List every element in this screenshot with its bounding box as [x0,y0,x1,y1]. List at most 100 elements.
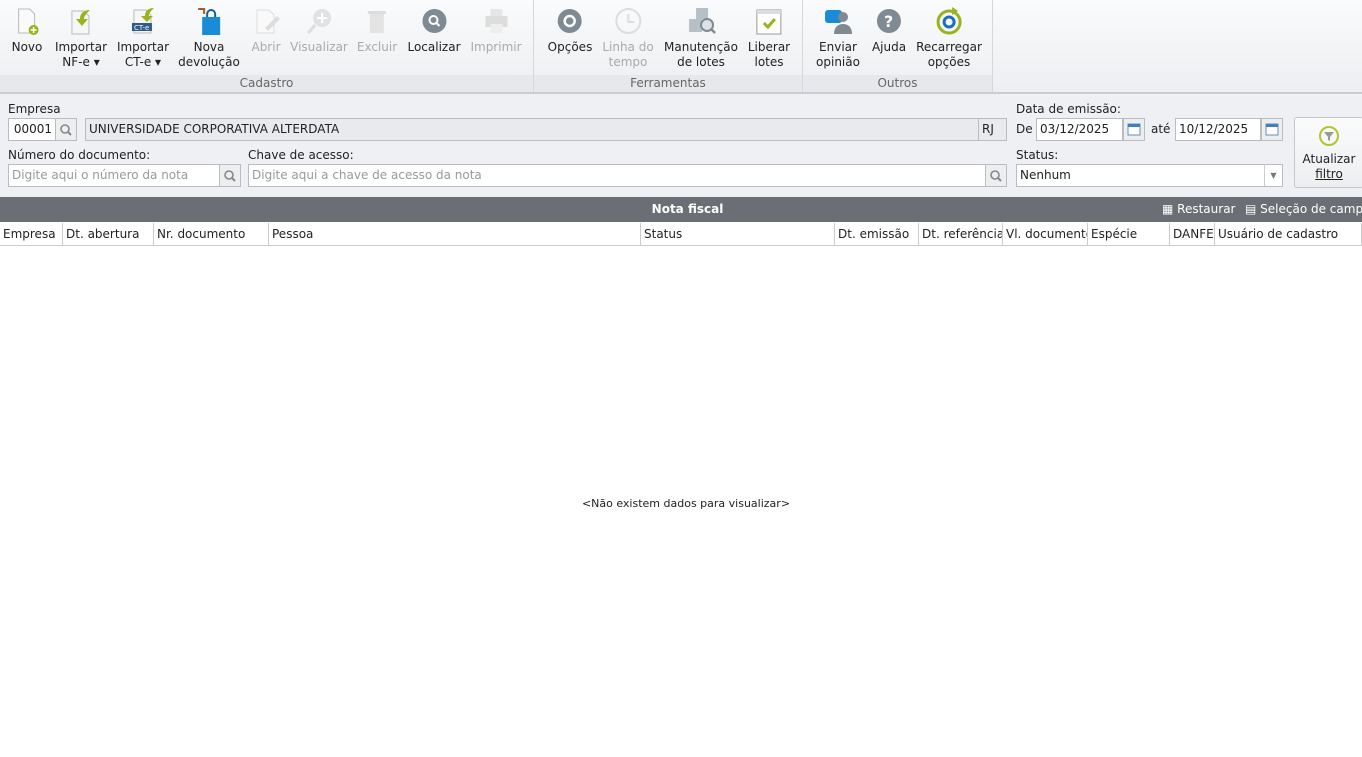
button-label-line2: opinião [816,55,860,69]
ribbon-button-visualizar[interactable]: Visualizar [290,6,348,55]
empresa-code-input[interactable]: 00001 [8,118,56,141]
ribbon-button-ajuda[interactable]: ? Ajuda [872,6,906,55]
selecao-label: Seleção de campos [1260,202,1362,216]
empty-message: <Não existem dados para visualizar> [581,497,791,510]
ribbon-button-enviar-opiniao[interactable]: Enviar opinião [816,6,860,70]
svg-text:CT-e: CT-e [134,24,149,32]
date-from-calendar-button[interactable] [1123,118,1145,141]
ribbon-button-novo[interactable]: Novo [11,6,43,55]
calendar-icon [1265,123,1279,136]
ribbon-button-linhado-tempo[interactable]: Linha do tempo [602,6,654,70]
group-label: Outros [803,75,992,92]
search-icon [60,124,72,136]
ribbon-button-importar-nfe[interactable]: Importar NF-e ▾ [55,6,107,70]
table-restore-icon: ▦ [1162,202,1174,216]
atualizar-filtro-button[interactable]: Atualizar filtro [1294,117,1362,188]
placeholder: Digite aqui a chave de acesso da nota [252,168,482,182]
restaurar-label: Restaurar [1177,202,1236,216]
ribbon-button-importar-cte[interactable]: CT-e Importar CT-e ▾ [117,6,169,70]
column-header[interactable]: Espécie [1088,223,1170,246]
column-header[interactable]: Dt. referência [919,223,1003,246]
field-select-icon: ▤ [1245,202,1257,216]
ribbon-button-recarregar-opcoes[interactable]: Recarregar opções [916,6,982,70]
date-from-input[interactable]: 03/12/2025 [1036,118,1123,141]
ribbon-button-manutencao-delotes[interactable]: Manutenção de lotes [664,6,738,70]
column-header[interactable]: Vl. documento [1003,223,1088,246]
refresh-filter-icon [1319,126,1339,146]
date-to-input[interactable]: 10/12/2025 [1175,118,1261,141]
button-label-line2: devolução [178,55,240,69]
column-header[interactable]: Empresa [0,223,63,246]
ate-label: até [1151,122,1171,136]
button-label: Opções [547,40,593,54]
restaurar-button[interactable]: ▦ Restaurar [1162,197,1236,222]
button-label: Nova [193,40,225,54]
column-header[interactable]: Dt. abertura [63,223,154,246]
filter-panel: Empresa 00001 UNIVERSIDADE CORPORATIVA A… [0,94,1362,197]
trash-icon [368,11,386,33]
svg-text:?: ? [884,12,893,31]
column-header[interactable]: Nr. documento [154,223,269,246]
column-header-row: Empresa Dt. abertura Nr. documento Pessoa St… [0,223,1362,246]
numero-documento-input[interactable]: Digite aqui o número da nota [8,164,220,187]
chave-label: Chave de acesso: [248,148,354,162]
atualizar-label: Atualizar [1302,152,1356,166]
numero-search-button[interactable] [219,164,241,187]
button-label: Imprimir [470,40,522,54]
button-label-line2: opções [927,55,971,69]
calendar-icon [1127,123,1141,136]
ribbon-button-liberar-lotes[interactable]: Liberar lotes [748,6,790,70]
column-header[interactable]: Dt. emissão [835,223,919,246]
button-label: Localizar [407,40,461,54]
printer-icon [484,9,507,33]
group-label: Ferramentas [534,75,802,92]
placeholder: Digite aqui o número da nota [12,168,189,182]
numero-label: Número do documento: [8,148,151,162]
button-label: Recarregar [916,40,982,54]
ribbon-button-opcoes[interactable]: Opções [547,6,593,55]
button-label: Linha do [602,40,654,54]
button-label: Abrir [251,40,281,54]
new-document-icon [18,8,39,35]
ribbon-button-nova-devolucao[interactable]: Nova devolução [178,6,240,70]
help-icon: ? [877,9,901,33]
button-label: Excluir [356,40,398,54]
column-header[interactable]: Status [641,223,835,246]
button-label-line2: tempo [608,55,648,69]
column-header[interactable]: DANFE [1170,223,1215,246]
column-header[interactable]: Usuário de cadastro [1215,223,1362,246]
chevron-down-icon: ▼ [1264,165,1282,186]
button-label: Manutenção [664,40,738,54]
chave-acesso-input[interactable]: Digite aqui a chave de acesso da nota [248,164,986,187]
ribbon-button-imprimir[interactable]: Imprimir [470,6,522,55]
chave-search-button[interactable] [985,164,1007,187]
status-label: Status: [1016,148,1059,162]
reload-settings-icon [936,7,962,35]
ribbon-button-localizar[interactable]: Localizar [407,6,461,55]
ribbon-button-abrir[interactable]: Abrir [251,6,281,55]
button-label: Enviar [819,40,857,54]
group-label: Cadastro [0,75,533,92]
shopping-bag-return-icon [198,8,220,35]
checkmark-calendar-icon [756,9,782,35]
filtro-label: filtro [1315,167,1343,181]
button-label: Novo [11,40,43,54]
button-label-line2: de lotes [677,55,725,69]
status-select[interactable]: Nenhum ▼ [1016,164,1283,187]
date-to-calendar-button[interactable] [1261,118,1283,141]
ribbon-button-excluir[interactable]: Excluir [357,6,397,55]
button-label-line2: lotes [754,55,784,69]
empresa-name-field: UNIVERSIDADE CORPORATIVA ALTERDATA [85,118,979,141]
data-emissao-label: Data de emissão: [1016,102,1121,116]
import-nfe-icon [71,10,90,35]
edit-document-icon [256,9,280,34]
empresa-search-button[interactable] [55,118,77,141]
de-label: De [1016,122,1033,136]
status-value: Nenhum [1020,168,1071,182]
button-label: Importar [54,40,108,54]
column-header[interactable]: Pessoa [269,223,641,246]
boxes-search-icon [689,8,716,34]
selecao-campos-button[interactable]: ▤ Seleção de campos [1245,197,1362,222]
zoom-in-icon [306,9,331,34]
empresa-label: Empresa [8,102,61,116]
